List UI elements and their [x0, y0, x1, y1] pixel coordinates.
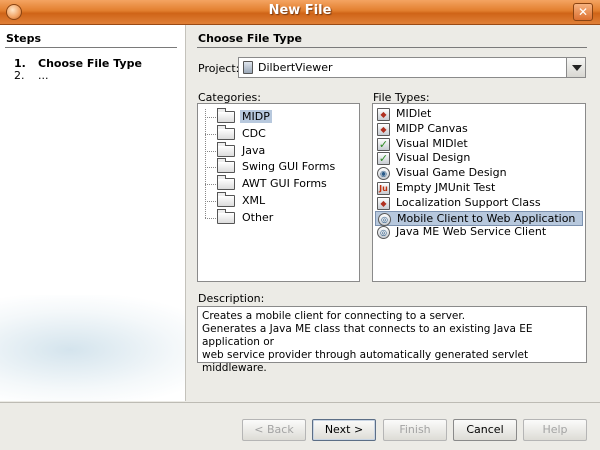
help-button[interactable]: Help [523, 419, 587, 441]
step-number: 2. [14, 69, 25, 82]
tree-connector [205, 117, 216, 118]
category-item[interactable]: XML [205, 192, 355, 209]
back-button[interactable]: < Back [242, 419, 306, 441]
file-type-label: Visual Game Design [396, 166, 507, 180]
page-title: Choose File Type [198, 32, 302, 45]
folder-icon [217, 124, 235, 140]
project-select[interactable]: DilbertViewer [238, 57, 586, 78]
step-2: 2.... [14, 69, 49, 82]
chevron-down-icon[interactable] [566, 58, 585, 77]
tree-connector [205, 184, 216, 186]
file-type-label: Java ME Web Service Client [396, 225, 547, 239]
project-icon [243, 61, 253, 74]
file-type-item[interactable]: ◎ Mobile Client to Web Application [375, 210, 583, 226]
category-item[interactable]: Java [205, 141, 355, 159]
file-type-label: Localization Support Class [396, 195, 541, 209]
project-value: DilbertViewer [258, 61, 333, 74]
close-button[interactable]: ✕ [573, 3, 593, 21]
category-item[interactable]: Other [205, 208, 355, 226]
description-line: Creates a mobile client for connecting t… [202, 310, 466, 322]
folder-icon [217, 108, 235, 123]
folder-icon [217, 208, 235, 224]
steps-divider [5, 47, 177, 48]
title-divider [197, 47, 587, 48]
steps-title: Steps [6, 32, 42, 45]
category-label: XML [242, 194, 266, 207]
cancel-button[interactable]: Cancel [453, 419, 517, 441]
file-type-item[interactable]: ◉ Visual Game Design [375, 166, 583, 181]
file-type-label: Mobile Client to Web Application [397, 211, 576, 225]
tree-connector [205, 133, 216, 135]
tree-connector [205, 167, 216, 169]
canvas-icon: ◆ [377, 122, 390, 136]
file-type-label: MIDP Canvas [396, 121, 468, 135]
title-bar: New File ✕ [0, 0, 600, 25]
category-item[interactable]: CDC [205, 124, 355, 142]
category-label: MIDP [240, 110, 272, 123]
tree-connector [205, 217, 216, 219]
category-label: Java [242, 143, 266, 157]
folder-icon [217, 175, 235, 191]
localization-icon: ◆ [377, 196, 390, 210]
file-type-label: Empty JMUnit Test [396, 181, 496, 194]
categories-tree[interactable]: MIDP CDC Java Swing GUI Forms AWT GUI Forms X… [197, 103, 360, 282]
category-item[interactable]: Swing GUI Forms [205, 158, 355, 175]
file-type-label: Visual Design [396, 151, 471, 165]
visual-midlet-icon: ✓ [377, 137, 390, 151]
file-type-item[interactable]: ◆ Localization Support Class [375, 196, 583, 211]
next-button[interactable]: Next > [312, 419, 376, 441]
category-label: AWT GUI Forms [242, 177, 327, 191]
category-label: Other [242, 210, 274, 224]
category-label: Swing GUI Forms [242, 160, 336, 174]
web-client-icon: ◎ [378, 212, 391, 226]
step-label: Choose File Type [38, 57, 142, 70]
project-label: Project: [198, 62, 240, 75]
file-type-item[interactable]: ◎ Java ME Web Service Client [375, 225, 583, 240]
description-line: web service provider through automatical… [202, 349, 529, 374]
game-design-icon: ◉ [377, 167, 390, 181]
category-item[interactable]: AWT GUI Forms [205, 175, 355, 192]
file-type-item[interactable]: ◆ MIDlet [375, 107, 583, 122]
description-label: Description: [198, 292, 265, 305]
file-type-item[interactable]: ✓ Visual MIDlet [375, 137, 583, 152]
web-service-icon: ◎ [377, 226, 390, 240]
category-item[interactable]: MIDP [205, 108, 355, 125]
button-bar-divider [0, 402, 600, 403]
window-title: New File [268, 3, 332, 18]
tree-connector [205, 150, 216, 152]
midlet-icon: ◆ [377, 108, 390, 121]
file-types-list[interactable]: ◆ MIDlet ◆ MIDP Canvas ✓ Visual MIDlet ✓ Visual… [372, 103, 586, 282]
step-label: ... [38, 69, 49, 82]
tree-connector [205, 201, 216, 202]
category-label: CDC [242, 126, 266, 140]
file-type-item[interactable]: Ju Empty JMUnit Test [375, 181, 583, 196]
description-box: Creates a mobile client for connecting t… [197, 306, 587, 374]
visual-design-icon: ✓ [377, 152, 390, 166]
folder-icon [217, 158, 235, 174]
file-type-label: MIDlet [396, 107, 432, 120]
file-type-item[interactable]: ◆ MIDP Canvas [375, 122, 583, 137]
folder-icon [217, 192, 235, 207]
file-type-item[interactable]: ✓ Visual Design [375, 151, 583, 166]
junit-icon: Ju [377, 182, 390, 195]
description-line: Generates a Java ME class that connects … [202, 323, 533, 348]
finish-button[interactable]: Finish [383, 419, 447, 441]
steps-panel: Steps 1. Choose File Type 2.... [0, 25, 186, 401]
folder-icon [217, 141, 235, 157]
file-type-label: Visual MIDlet [396, 136, 468, 150]
